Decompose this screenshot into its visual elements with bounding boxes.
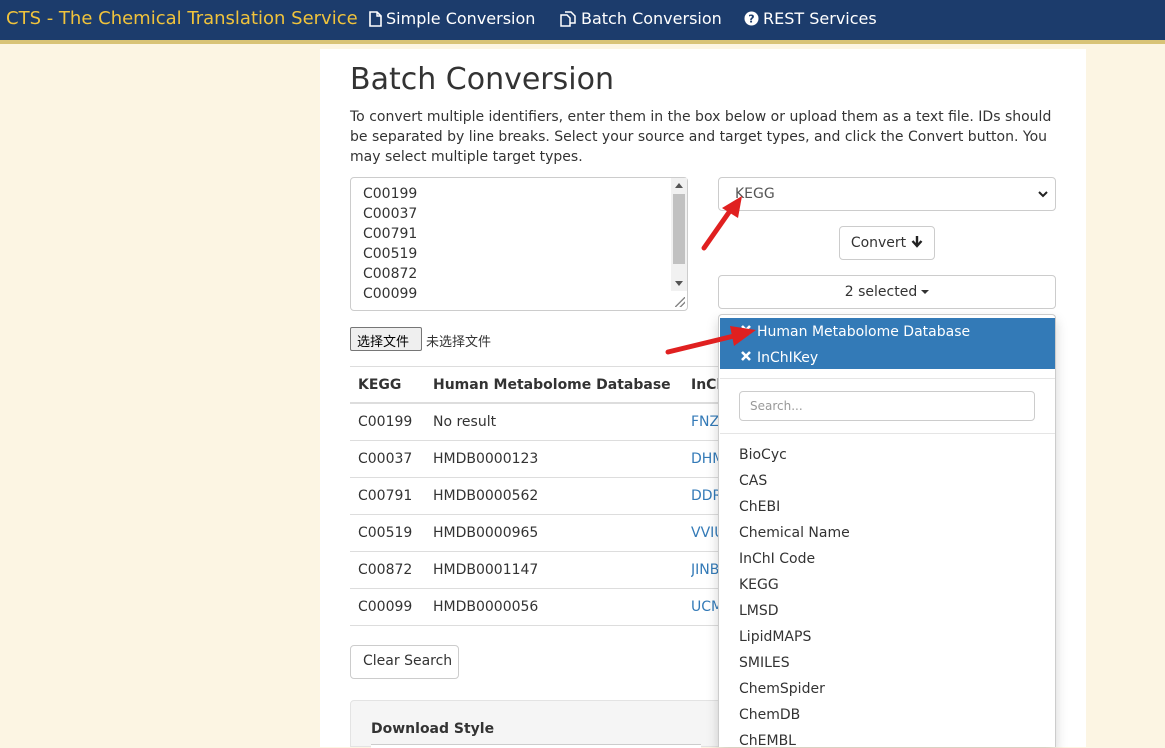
option-chembl[interactable]: ChEMBL [739,733,796,747]
option-lipidmaps[interactable]: LipidMAPS [739,629,811,645]
cell-inchikey-link[interactable]: DHM [691,451,718,467]
selected-target-item[interactable]: InChIKey [740,350,818,366]
cell-kegg: C00199 [358,414,413,430]
chevron-down-icon [1037,187,1049,205]
download-style-field[interactable] [371,744,701,748]
download-style-label: Download Style [371,721,495,737]
arrow-down-icon [911,235,923,252]
nav-batch-label: Batch Conversion [581,9,722,28]
file-icon [368,10,382,27]
selected-target-label: Human Metabolome Database [757,324,971,340]
id-line: C00519 [363,246,418,262]
cell-inchikey-link[interactable]: UCM [691,599,718,615]
option-chemspider[interactable]: ChemSpider [739,681,825,697]
option-chebi[interactable]: ChEBI [739,499,780,515]
cell-hmdb: HMDB0000056 [433,599,539,615]
top-navbar: CTS - The Chemical Translation Service S… [0,0,1165,44]
option-chemical-name[interactable]: Chemical Name [739,525,850,541]
table-row: C00199 No result FNZ [350,404,718,441]
divider [720,378,1055,379]
cell-hmdb: HMDB0001147 [433,562,539,578]
brand-link[interactable]: CTS - The Chemical Translation Service [6,8,358,29]
nav-rest-services[interactable]: ? REST Services [744,9,877,28]
header-hmdb: Human Metabolome Database [433,377,671,393]
selected-target-label: InChIKey [757,350,819,366]
divider [720,433,1055,434]
textarea-scrollbar[interactable] [671,178,687,291]
cell-kegg: C00519 [358,525,413,541]
cell-hmdb: HMDB0000123 [433,451,539,467]
header-inchikey: InChIKey [691,377,718,393]
id-line: C00199 [363,186,418,202]
download-panel: Download Style [350,700,720,748]
remove-icon[interactable] [740,350,752,366]
convert-label: Convert [850,235,907,251]
option-inchi-code[interactable]: InChI Code [739,551,815,567]
scroll-thumb[interactable] [673,194,685,264]
nav-simple-label: Simple Conversion [386,9,536,28]
results-table: KEGG Human Metabolome Database InChIKey … [350,366,718,626]
source-type-value: KEGG [735,186,775,202]
option-lmsd[interactable]: LMSD [739,603,779,619]
cell-kegg: C00872 [358,562,413,578]
clear-search-button[interactable]: Clear Search [350,645,459,679]
table-row: C00519 HMDB0000965 VVIU [350,515,718,552]
cell-inchikey-link[interactable]: JINB [691,562,718,578]
id-line: C00872 [363,266,418,282]
id-line: C00099 [363,286,418,302]
cell-kegg: C00037 [358,451,413,467]
table-row: C00872 HMDB0001147 JINB [350,552,718,589]
id-line: C00037 [363,206,418,222]
table-row: C00099 HMDB0000056 UCM [350,589,718,626]
nav-batch-conversion[interactable]: Batch Conversion [560,9,722,28]
target-search-input[interactable] [739,391,1035,421]
file-status: 未选择文件 [426,335,492,350]
files-icon [560,10,577,27]
table-row: C00037 HMDB0000123 DHM [350,441,718,478]
target-types-select[interactable]: 2 selected [718,275,1056,309]
selected-targets: Human Metabolome Database InChIKey [720,318,1055,369]
scroll-up-icon[interactable] [675,183,683,188]
caret-down-icon [921,290,930,294]
option-biocyc[interactable]: BioCyc [739,447,787,463]
intro-text: To convert multiple identifiers, enter t… [350,109,1052,165]
nav-simple-conversion[interactable]: Simple Conversion [368,9,535,28]
source-type-select[interactable]: KEGG [718,177,1056,211]
scroll-down-icon[interactable] [675,281,683,286]
cell-inchikey-link[interactable]: DDR [691,488,718,504]
page-title: Batch Conversion [350,62,614,97]
cell-kegg: C00791 [358,488,413,504]
identifiers-textarea[interactable]: C00199 C00037 C00791 C00519 C00872 C0009… [350,177,688,311]
nav-rest-label: REST Services [763,9,877,28]
option-chemdb[interactable]: ChemDB [739,707,800,723]
cell-inchikey-link[interactable]: FNZ [691,414,718,430]
id-line: C00791 [363,226,418,242]
results-header: KEGG Human Metabolome Database InChIKey [350,366,718,404]
resize-grip-icon[interactable] [675,297,685,307]
cell-hmdb: HMDB0000562 [433,488,539,504]
table-row: C00791 HMDB0000562 DDR [350,478,718,515]
header-kegg: KEGG [358,377,402,393]
option-smiles[interactable]: SMILES [739,655,790,671]
remove-icon[interactable] [740,324,752,340]
target-types-summary: 2 selected [844,284,918,300]
selected-target-item[interactable]: Human Metabolome Database [740,324,970,340]
cell-hmdb: HMDB0000965 [433,525,539,541]
question-circle-icon: ? [744,11,759,26]
option-cas[interactable]: CAS [739,473,767,489]
cell-inchikey-link[interactable]: VVIU [691,525,718,541]
convert-button[interactable]: Convert [839,226,935,260]
option-kegg[interactable]: KEGG [739,577,779,593]
cell-hmdb: No result [433,414,497,430]
choose-file-button[interactable]: 选择文件 [350,327,422,351]
cell-kegg: C00099 [358,599,413,615]
target-types-dropdown: Human Metabolome Database InChIKey BioCy… [718,314,1056,747]
svg-text:?: ? [748,13,754,26]
